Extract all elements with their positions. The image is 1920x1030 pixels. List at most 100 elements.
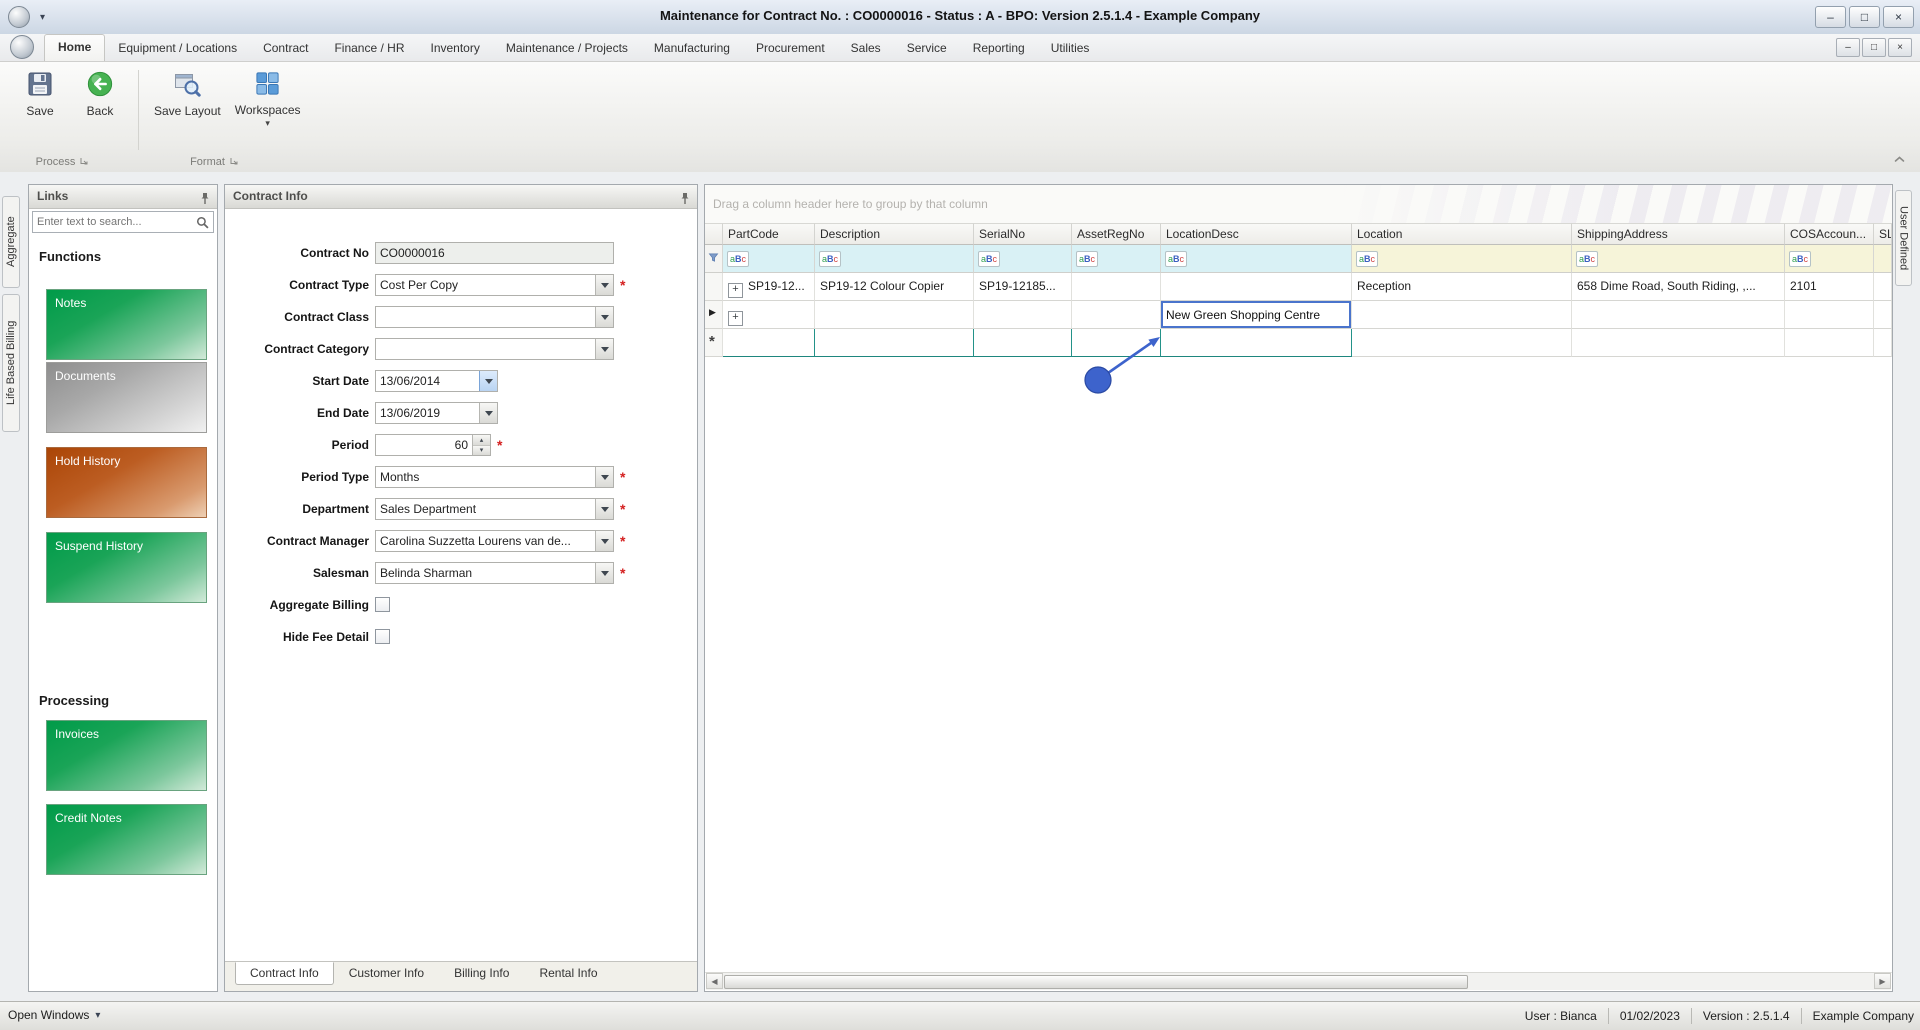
chevron-down-icon[interactable] (595, 531, 613, 551)
edit-row-indicator[interactable]: ▶ (705, 301, 723, 329)
column-header-description[interactable]: Description (815, 223, 974, 245)
chevron-down-icon[interactable] (595, 275, 613, 295)
chevron-down-icon[interactable] (595, 467, 613, 487)
grid-cell[interactable]: SP19-12 Colour Copier (815, 273, 974, 301)
expand-row-icon[interactable]: + (728, 311, 743, 326)
open-windows-button[interactable]: Open Windows ▾ (8, 1008, 100, 1022)
grid-cell[interactable] (1572, 329, 1785, 357)
chevron-down-icon[interactable] (479, 371, 497, 391)
new-row-indicator[interactable]: * (705, 329, 723, 357)
side-tab-aggregate[interactable]: Aggregate (2, 196, 20, 288)
scroll-left-button[interactable]: ◀ (706, 973, 723, 989)
grid-empty-area[interactable] (705, 357, 1892, 973)
workspaces-button[interactable]: Workspaces ▾ (228, 66, 308, 154)
filter-type-abc-icon[interactable]: aBc (1576, 251, 1599, 267)
grid-cell[interactable] (1072, 329, 1161, 357)
hide-fee-detail-checkbox[interactable] (375, 629, 390, 644)
application-menu-button[interactable] (8, 35, 36, 59)
grid-cell[interactable] (1874, 273, 1892, 301)
filter-type-abc-icon[interactable]: aBc (978, 251, 1001, 267)
scrollbar-thumb[interactable] (724, 975, 1468, 989)
grid-cell[interactable] (815, 301, 974, 329)
maximize-button[interactable]: □ (1849, 6, 1880, 28)
close-button[interactable]: × (1883, 6, 1914, 28)
document-restore-button[interactable]: □ (1862, 38, 1886, 57)
spin-down-icon[interactable]: ▾ (473, 445, 490, 455)
grid-cell[interactable] (1874, 301, 1892, 329)
invoices-button[interactable]: Invoices (46, 720, 207, 791)
grid-cell[interactable] (1352, 301, 1572, 329)
period-type-select[interactable]: Months (375, 466, 614, 488)
grid-cell-locationdesc-editing[interactable] (1161, 301, 1352, 329)
format-dialog-launcher-icon[interactable] (230, 156, 238, 168)
chevron-down-icon[interactable] (595, 563, 613, 583)
side-tab-life-based-billing[interactable]: Life Based Billing (2, 294, 20, 432)
start-date-field[interactable]: 13/06/2014 (375, 370, 498, 392)
save-layout-button[interactable]: Save Layout (147, 66, 228, 154)
tab-customer-info[interactable]: Customer Info (334, 962, 439, 985)
grid-cell[interactable]: 2101 (1785, 273, 1874, 301)
expand-row-icon[interactable]: + (728, 283, 743, 298)
grid-cell[interactable] (815, 329, 974, 357)
tab-manufacturing[interactable]: Manufacturing (641, 36, 743, 61)
contract-class-select[interactable] (375, 306, 614, 328)
department-select[interactable]: Sales Department (375, 498, 614, 520)
filter-type-abc-icon[interactable]: aBc (819, 251, 842, 267)
column-header-cosaccount[interactable]: COSAccoun... (1785, 223, 1874, 245)
tab-contract-info[interactable]: Contract Info (235, 962, 334, 985)
credit-notes-button[interactable]: Credit Notes (46, 804, 207, 875)
aggregate-billing-checkbox[interactable] (375, 597, 390, 612)
grid-cell[interactable] (1072, 301, 1161, 329)
tab-billing-info[interactable]: Billing Info (439, 962, 524, 985)
document-minimize-button[interactable]: – (1836, 38, 1860, 57)
filter-cell-partcode[interactable]: aBc (723, 245, 815, 273)
notes-button[interactable]: Notes (46, 289, 207, 360)
locationdesc-edit-input[interactable] (1163, 307, 1349, 322)
tab-utilities[interactable]: Utilities (1038, 36, 1103, 61)
column-header-sl[interactable]: SL (1874, 223, 1892, 245)
filter-cell-assetregno[interactable]: aBc (1072, 245, 1161, 273)
grid-cell[interactable] (974, 301, 1072, 329)
grid-cell[interactable] (1785, 301, 1874, 329)
grid-cell[interactable] (1161, 273, 1352, 301)
chevron-down-icon[interactable] (595, 499, 613, 519)
chevron-down-icon[interactable] (595, 339, 613, 359)
save-button[interactable]: Save (10, 66, 70, 154)
column-header-assetregno[interactable]: AssetRegNo (1072, 223, 1161, 245)
filter-type-abc-icon[interactable]: aBc (1356, 251, 1379, 267)
tab-rental-info[interactable]: Rental Info (524, 962, 612, 985)
grid-cell[interactable] (1161, 329, 1352, 357)
contract-type-select[interactable]: Cost Per Copy (375, 274, 614, 296)
side-tab-user-defined[interactable]: User Defined (1895, 190, 1912, 286)
contract-no-field[interactable]: CO0000016 (375, 242, 614, 264)
tab-finance-hr[interactable]: Finance / HR (321, 36, 417, 61)
filter-cell-description[interactable]: aBc (815, 245, 974, 273)
tab-home[interactable]: Home (44, 34, 106, 61)
salesman-select[interactable]: Belinda Sharman (375, 562, 614, 584)
hold-history-button[interactable]: Hold History (46, 447, 207, 518)
column-header-location[interactable]: Location (1352, 223, 1572, 245)
column-header-locationdesc[interactable]: LocationDesc (1161, 223, 1352, 245)
tab-service[interactable]: Service (894, 36, 960, 61)
filter-cell-locationdesc[interactable]: aBc (1161, 245, 1352, 273)
grid-cell[interactable] (723, 329, 815, 357)
search-icon[interactable] (196, 216, 209, 232)
contract-manager-select[interactable]: Carolina Suzzetta Lourens van de... (375, 530, 614, 552)
app-icon[interactable] (8, 6, 30, 28)
grid-cell[interactable] (974, 329, 1072, 357)
filter-cell-serialno[interactable]: aBc (974, 245, 1072, 273)
pin-icon[interactable] (679, 190, 691, 204)
suspend-history-button[interactable]: Suspend History (46, 532, 207, 603)
grid-cell[interactable] (1785, 329, 1874, 357)
tab-contract[interactable]: Contract (250, 36, 321, 61)
grid-cell[interactable]: SP19-12185... (974, 273, 1072, 301)
column-header-serialno[interactable]: SerialNo (974, 223, 1072, 245)
grid-cell[interactable]: Reception (1352, 273, 1572, 301)
tab-sales[interactable]: Sales (838, 36, 894, 61)
pin-icon[interactable] (199, 190, 211, 204)
minimize-button[interactable]: – (1815, 6, 1846, 28)
spin-up-icon[interactable]: ▴ (473, 435, 490, 446)
filter-type-abc-icon[interactable]: aBc (727, 251, 750, 267)
filter-cell-cosaccount[interactable]: aBc (1785, 245, 1874, 273)
chevron-down-icon[interactable] (595, 307, 613, 327)
